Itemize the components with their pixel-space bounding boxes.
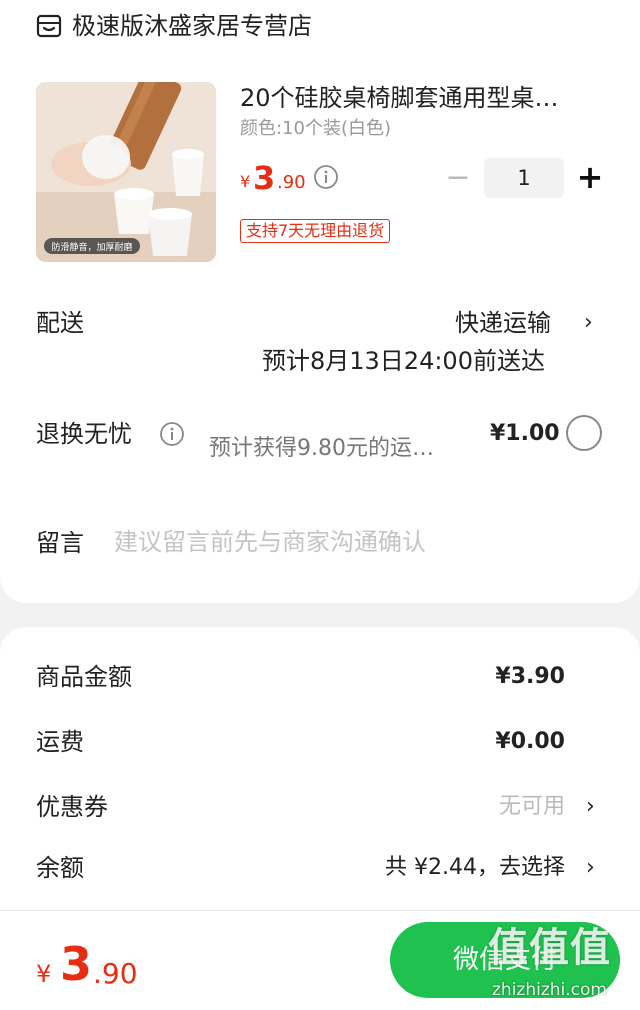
summary-card: 商品金额 ¥3.90 运费 ¥0.00 优惠券 无可用 › 余额 共 ¥2.44… — [0, 627, 640, 917]
increase-quantity-button[interactable]: + — [576, 161, 604, 193]
price-integer: 3 — [253, 159, 276, 197]
watermark-logo: 值值值 — [488, 925, 611, 971]
product-title[interactable]: 20个硅胶桌椅脚套通用型桌… — [240, 82, 600, 114]
order-card: 极速版沐盛家居专营店 防滑静音，加厚耐磨 20个硅胶桌椅脚套通用型桌… 颜色:1… — [0, 0, 640, 603]
total-decimal: .90 — [93, 957, 138, 990]
memo-input[interactable] — [114, 522, 594, 562]
worry-free-price: ¥1.00 — [490, 421, 560, 446]
return-policy-badge: 支持7天无理由退货 — [240, 219, 391, 243]
balance-label: 余额 — [36, 854, 84, 882]
product-image-caption: 防滑静音，加厚耐磨 — [51, 241, 132, 253]
watermark-url: zhizhizhi.com — [492, 980, 607, 1000]
price-currency: ¥ — [240, 172, 251, 191]
balance-value[interactable]: 共 ¥2.44，去选择 — [385, 852, 565, 884]
price-decimal: .90 — [277, 172, 306, 193]
price-info-icon[interactable] — [313, 164, 339, 190]
coupon-chevron-icon[interactable]: › — [586, 791, 595, 823]
coupon-label: 优惠券 — [36, 793, 108, 821]
shop-icon — [36, 14, 62, 38]
balance-chevron-icon[interactable]: › — [586, 852, 595, 884]
shipping-fee-label: 运费 — [36, 728, 84, 756]
coupon-value[interactable]: 无可用 — [499, 791, 565, 823]
shop-name[interactable]: 极速版沐盛家居专营店 — [72, 10, 312, 42]
delivery-label: 配送 — [36, 309, 84, 337]
decrease-quantity-button[interactable]: − — [444, 163, 472, 193]
total-integer: 3 — [60, 937, 93, 991]
worry-free-description: 预计获得9.80元的运… — [209, 436, 434, 461]
goods-amount-label: 商品金额 — [36, 663, 132, 691]
quantity-input[interactable] — [484, 158, 564, 198]
worry-free-radio[interactable] — [566, 415, 602, 451]
delivery-chevron-icon[interactable]: › — [584, 307, 593, 339]
product-spec[interactable]: 颜色:10个装(白色) — [240, 116, 391, 142]
delivery-method[interactable]: 快递运输 — [455, 307, 551, 339]
total-currency: ¥ — [36, 960, 52, 988]
goods-amount-value: ¥3.90 — [495, 664, 565, 689]
worry-free-label: 退换无忧 — [36, 420, 132, 448]
shipping-fee-value: ¥0.00 — [495, 729, 565, 754]
memo-label: 留言 — [36, 529, 84, 557]
product-image[interactable]: 防滑静音，加厚耐磨 — [36, 82, 216, 262]
delivery-eta: 预计8月13日24:00前送达 — [262, 347, 545, 375]
product-photo-icon: 防滑静音，加厚耐磨 — [36, 82, 216, 262]
worry-free-info-icon[interactable] — [159, 421, 185, 447]
